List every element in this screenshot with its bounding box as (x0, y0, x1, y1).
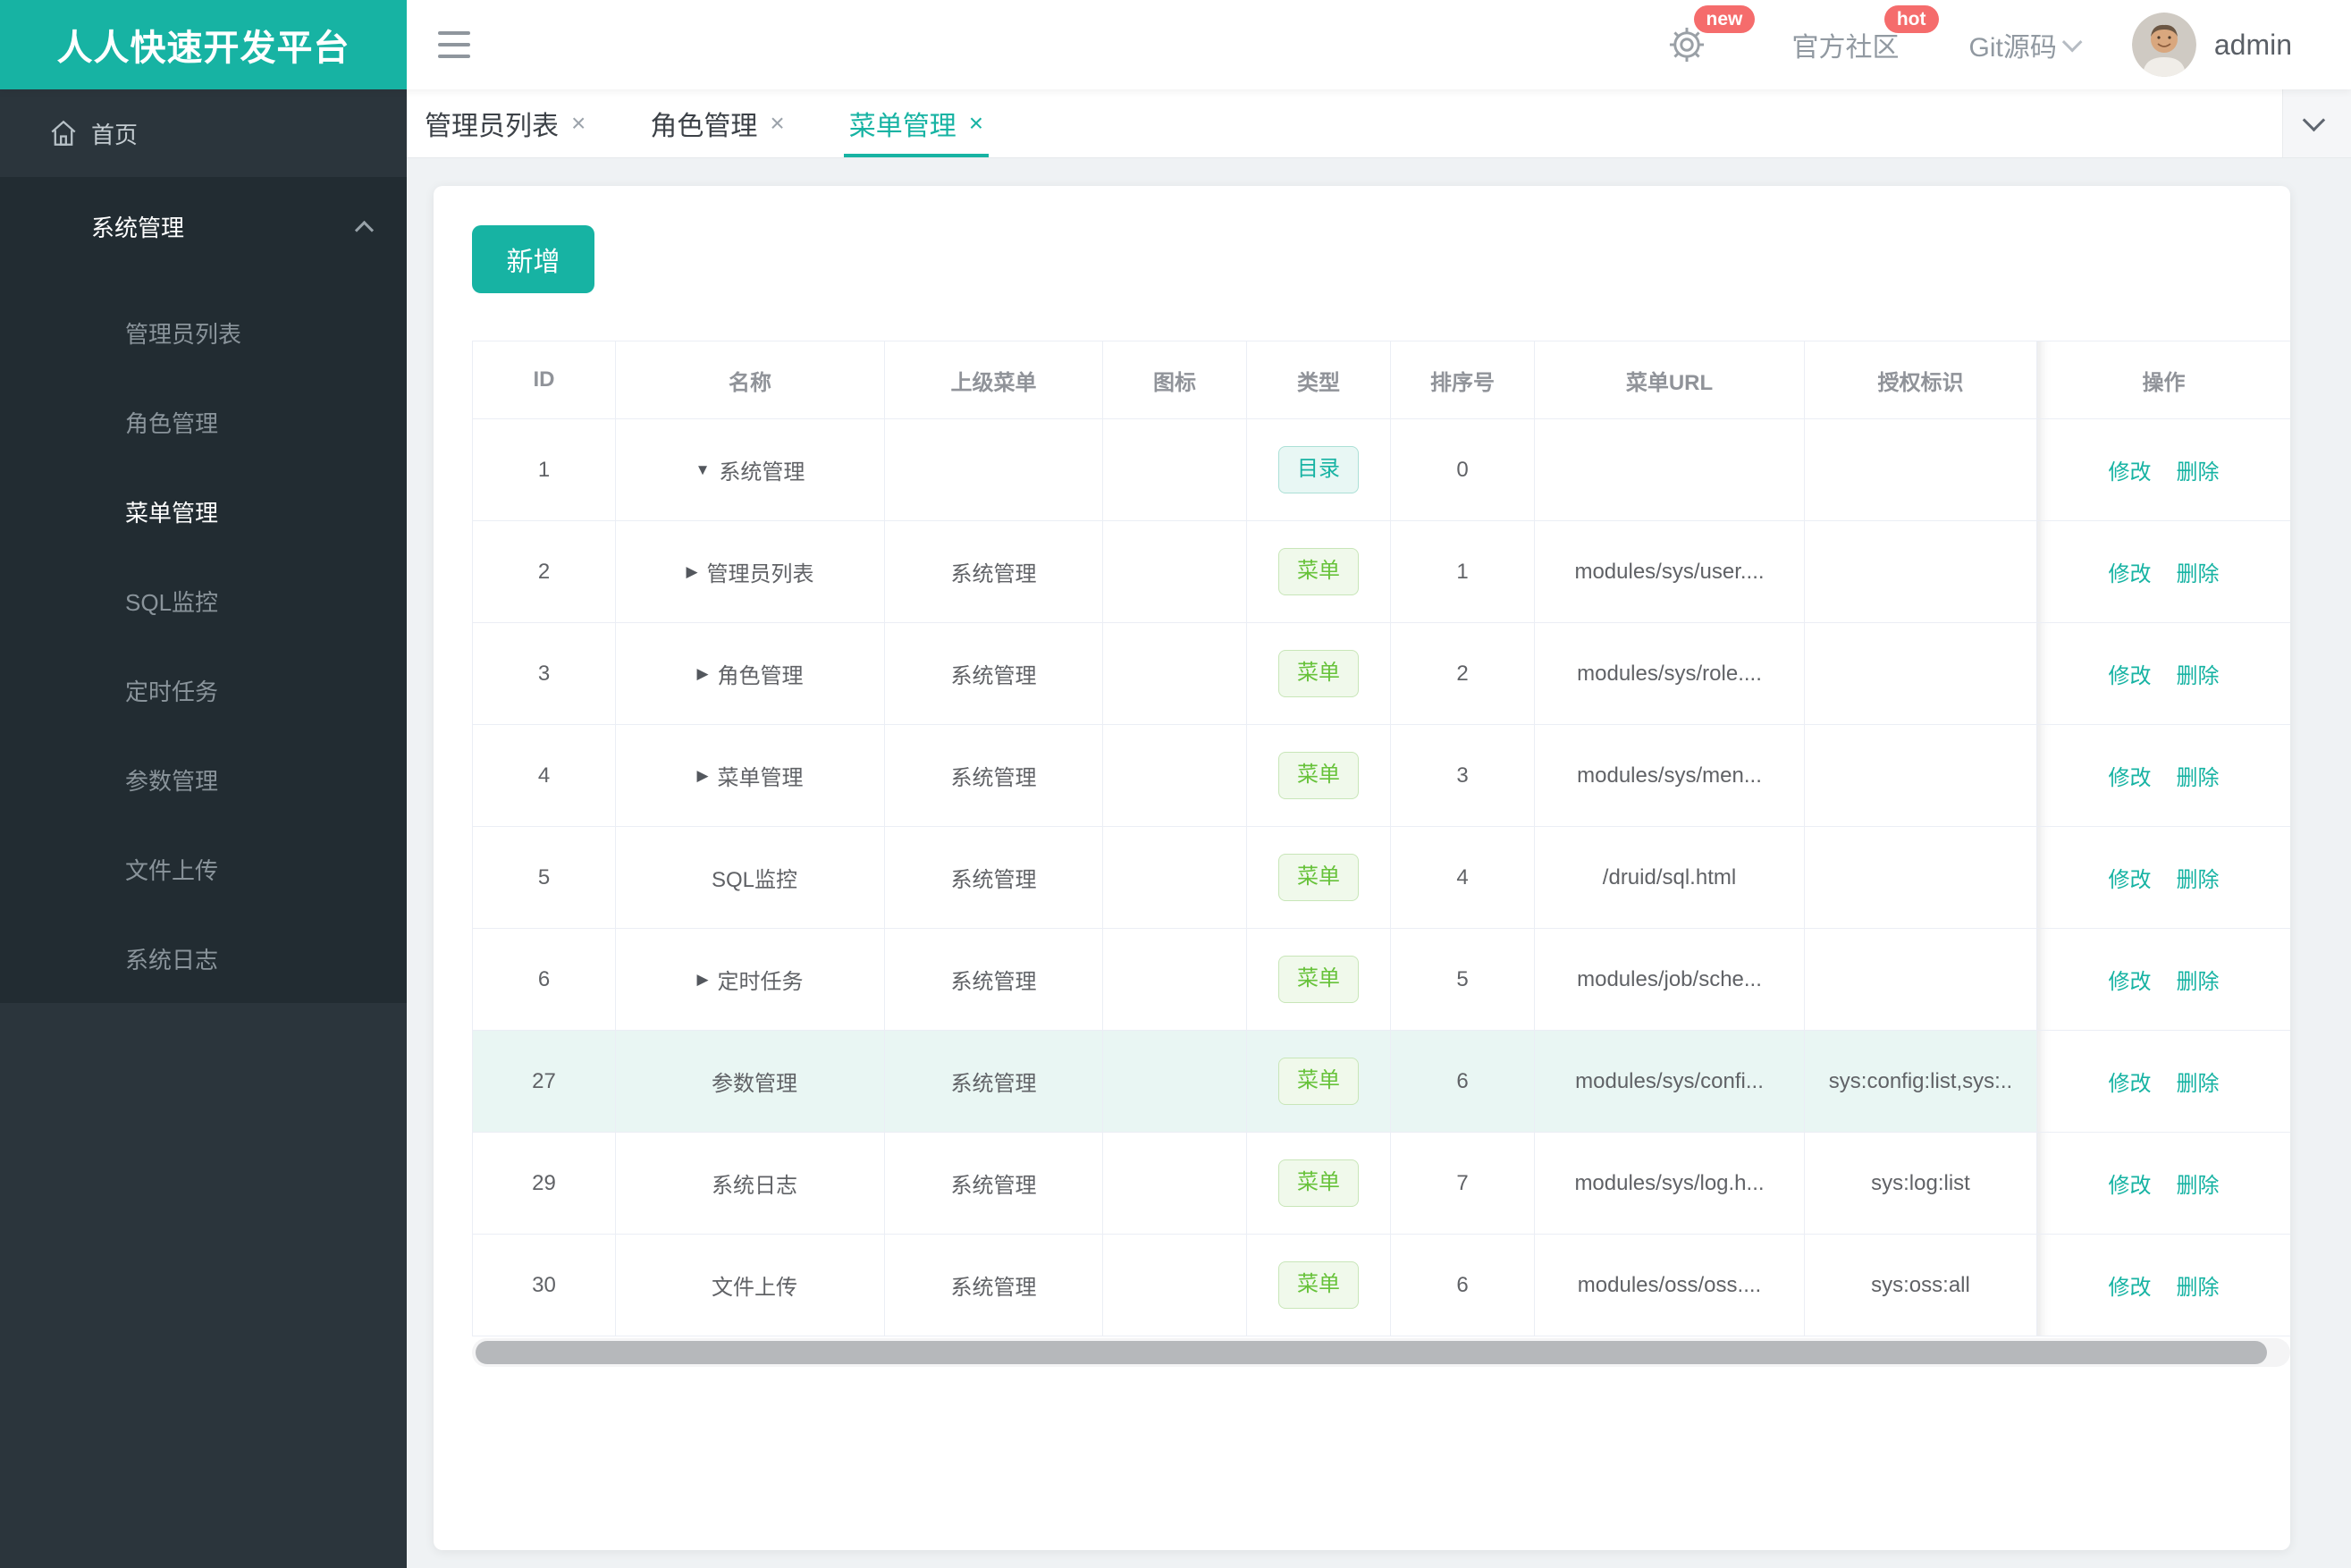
scrollbar-thumb[interactable] (476, 1341, 2267, 1364)
sidebar-item-role-mgmt[interactable]: 角色管理 (0, 377, 407, 467)
sidebar-toggle-button[interactable] (438, 0, 477, 89)
col-header-type: 类型 (1246, 341, 1391, 419)
delete-link[interactable]: 删除 (2177, 460, 2220, 485)
delete-link[interactable]: 删除 (2177, 562, 2220, 586)
table-row[interactable]: 29 系统日志 系统管理 菜单 7 modules/sys/log.h... s… (472, 1132, 2290, 1235)
theme-settings-button[interactable]: new (1667, 5, 1756, 64)
sidebar-item-home[interactable]: 首页 (0, 89, 407, 177)
col-header-id: ID (472, 341, 616, 419)
edit-link[interactable]: 修改 (2109, 1174, 2152, 1198)
sidebar-home-label: 首页 (91, 121, 139, 148)
table-row[interactable]: 2 ▶ 管理员列表 系统管理 菜单 1 modules/sys/user.... … (472, 520, 2290, 623)
sidebar-item-admin-list[interactable]: 管理员列表 (0, 288, 407, 377)
caret-right-icon[interactable]: ▶ (686, 563, 697, 581)
caret-right-icon[interactable]: ▶ (696, 665, 708, 683)
table-row[interactable]: 5 SQL监控 系统管理 菜单 4 /druid/sql.html 修改 删除 (472, 826, 2290, 929)
type-badge: 菜单 (1278, 752, 1359, 799)
hamburger-icon (438, 55, 470, 58)
close-icon[interactable]: × (571, 111, 586, 136)
type-badge: 菜单 (1278, 1261, 1359, 1309)
menu-table: ID 名称 上级菜单 图标 类型 排序号 菜单URL 授权标识 操作 1 ▼ 系统 (472, 341, 2290, 1336)
sidebar-item-sql-monitor[interactable]: SQL监控 (0, 556, 407, 645)
col-header-url: 菜单URL (1534, 341, 1805, 419)
caret-right-icon[interactable]: ▶ (696, 971, 708, 989)
delete-link[interactable]: 删除 (2177, 664, 2220, 688)
avatar[interactable] (2131, 13, 2196, 77)
content-card: 新增 ID 名称 上级菜单 图标 类型 排序号 菜单URL 授权标识 操作 1 … (434, 186, 2290, 1550)
sidebar-item-scheduled-jobs[interactable]: 定时任务 (0, 645, 407, 735)
hot-badge: hot (1883, 5, 1939, 33)
new-badge: new (1693, 5, 1756, 33)
tab-role-mgmt[interactable]: 角色管理 × (650, 89, 784, 157)
edit-link[interactable]: 修改 (2109, 664, 2152, 688)
app-root: 人人快速开发平台 new 官方社区 hot Git源码 admin 首页 系统管… (0, 0, 2351, 1568)
col-header-ops: 操作 (2036, 341, 2290, 419)
type-badge: 菜单 (1278, 1159, 1359, 1207)
edit-link[interactable]: 修改 (2109, 868, 2152, 892)
edit-link[interactable]: 修改 (2109, 766, 2152, 790)
caret-right-icon[interactable]: ▶ (696, 767, 708, 785)
delete-link[interactable]: 删除 (2177, 1276, 2220, 1300)
sidebar-item-menu-mgmt[interactable]: 菜单管理 (0, 467, 407, 556)
edit-link[interactable]: 修改 (2109, 1072, 2152, 1096)
close-icon[interactable]: × (969, 111, 983, 136)
chevron-down-icon (2302, 108, 2326, 132)
type-badge: 菜单 (1278, 650, 1359, 697)
header-nav: new 官方社区 hot Git源码 admin (1667, 0, 2292, 89)
table-row[interactable]: 3 ▶ 角色管理 系统管理 菜单 2 modules/sys/role.... 修… (472, 622, 2290, 725)
edit-link[interactable]: 修改 (2109, 970, 2152, 994)
username[interactable]: admin (2214, 29, 2292, 62)
delete-link[interactable]: 删除 (2177, 1072, 2220, 1096)
table-header-row: ID 名称 上级菜单 图标 类型 排序号 菜单URL 授权标识 操作 (472, 341, 2290, 419)
col-header-parent: 上级菜单 (884, 341, 1103, 419)
col-header-perms: 授权标识 (1804, 341, 2037, 419)
col-header-order: 排序号 (1390, 341, 1535, 419)
delete-link[interactable]: 删除 (2177, 868, 2220, 892)
edit-link[interactable]: 修改 (2109, 562, 2152, 586)
top-header: 人人快速开发平台 new 官方社区 hot Git源码 admin (0, 0, 2351, 89)
type-badge: 菜单 (1278, 956, 1359, 1003)
community-link[interactable]: 官方社区 hot (1792, 5, 1939, 64)
col-header-icon: 图标 (1102, 341, 1247, 419)
sidebar: 首页 系统管理 管理员列表 角色管理 菜单管理 SQL监控 定时任务 参数管理 … (0, 89, 407, 1568)
table-row[interactable]: 30 文件上传 系统管理 菜单 6 modules/oss/oss.... sy… (472, 1234, 2290, 1336)
sidebar-group-system: 系统管理 管理员列表 角色管理 菜单管理 SQL监控 定时任务 参数管理 文件上… (0, 177, 407, 1003)
sidebar-submenu: 管理员列表 角色管理 菜单管理 SQL监控 定时任务 参数管理 文件上传 系统日… (0, 275, 407, 1003)
home-icon (48, 118, 79, 148)
table-row-highlighted[interactable]: 27 参数管理 系统管理 菜单 6 modules/sys/confi... s… (472, 1030, 2290, 1133)
sidebar-item-param-mgmt[interactable]: 参数管理 (0, 735, 407, 824)
edit-link[interactable]: 修改 (2109, 460, 2152, 485)
caret-down-icon[interactable]: ▼ (695, 461, 711, 479)
sidebar-item-system-log[interactable]: 系统日志 (0, 914, 407, 1003)
delete-link[interactable]: 删除 (2177, 970, 2220, 994)
hamburger-icon (438, 31, 470, 35)
type-badge: 菜单 (1278, 1058, 1359, 1105)
chevron-down-icon[interactable] (2061, 31, 2083, 53)
sidebar-item-file-upload[interactable]: 文件上传 (0, 824, 407, 914)
tab-overflow-button[interactable] (2282, 89, 2351, 157)
sidebar-group-label: 系统管理 (91, 214, 185, 241)
delete-link[interactable]: 删除 (2177, 1174, 2220, 1198)
type-badge: 目录 (1278, 446, 1359, 493)
tab-admin-list[interactable]: 管理员列表 × (425, 89, 586, 157)
table-row[interactable]: 4 ▶ 菜单管理 系统管理 菜单 3 modules/sys/men... 修改删… (472, 724, 2290, 827)
tab-menu-mgmt[interactable]: 菜单管理 × (843, 89, 990, 157)
edit-link[interactable]: 修改 (2109, 1276, 2152, 1300)
horizontal-scrollbar[interactable] (472, 1338, 2290, 1367)
type-badge: 菜单 (1278, 854, 1359, 901)
sidebar-group-toggle[interactable]: 系统管理 (0, 177, 407, 275)
tab-bar: 管理员列表 × 角色管理 × 菜单管理 × (407, 89, 2351, 158)
delete-link[interactable]: 删除 (2177, 766, 2220, 790)
close-icon[interactable]: × (770, 111, 784, 136)
add-button[interactable]: 新增 (472, 225, 594, 293)
table-row[interactable]: 6 ▶ 定时任务 系统管理 菜单 5 modules/job/sche... 修改… (472, 928, 2290, 1031)
git-source-link[interactable]: Git源码 (1969, 25, 2057, 64)
app-logo: 人人快速开发平台 (0, 0, 407, 89)
table-row[interactable]: 1 ▼ 系统管理 目录 0 修改 删除 (472, 418, 2290, 521)
col-header-name: 名称 (615, 341, 885, 419)
chevron-up-icon (354, 220, 375, 240)
main-content: 新增 ID 名称 上级菜单 图标 类型 排序号 菜单URL 授权标识 操作 1 … (407, 158, 2351, 1568)
type-badge: 菜单 (1278, 548, 1359, 595)
hamburger-icon (438, 43, 470, 46)
